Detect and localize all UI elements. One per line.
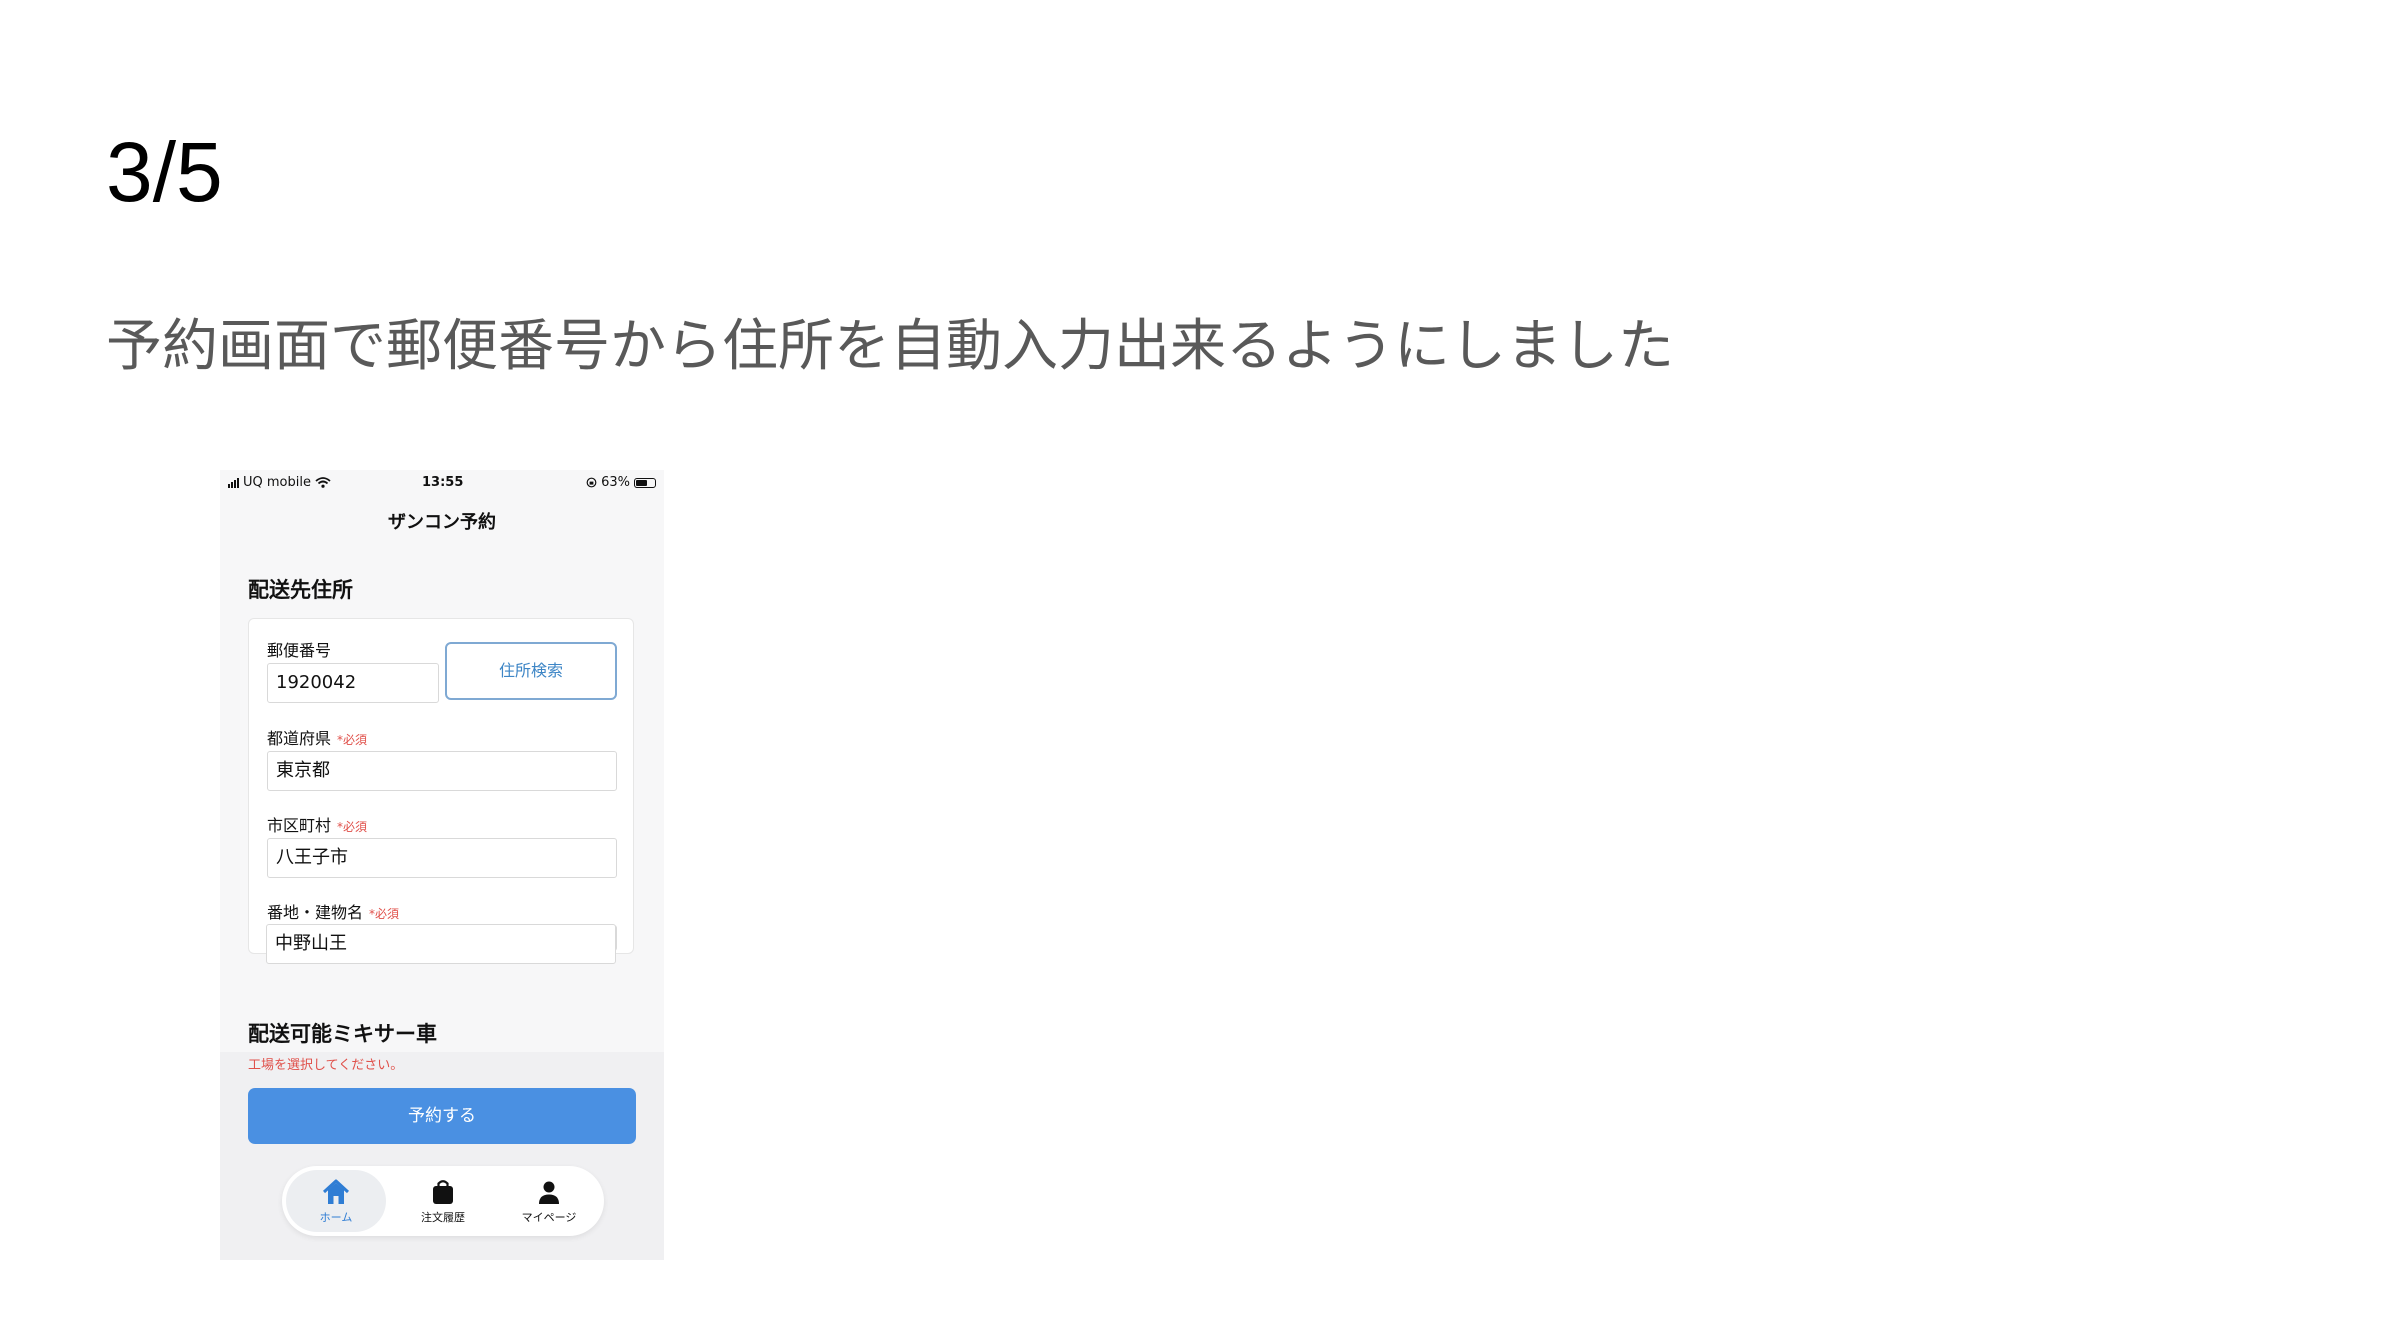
slide-counter: 3/5 [106,125,223,219]
status-bar: UQ mobile 13:55 63% [220,470,664,496]
tab-bar: ホーム 注文履歴 マイページ [282,1166,604,1236]
error-message: 工場を選択してください。 [248,1058,404,1073]
mixer-section-title: 配送可能ミキサー車 [248,1022,437,1046]
postal-code-input[interactable]: 1920042 [267,663,439,703]
required-marker: *必須 [337,820,368,834]
required-marker: *必須 [337,733,368,747]
city-label-text: 市区町村 [267,816,332,835]
tab-home[interactable]: ホーム [286,1170,386,1232]
required-marker: *必須 [369,907,400,921]
address-section-title: 配送先住所 [248,578,353,602]
orientation-lock-icon [586,477,597,488]
postal-code-label: 郵便番号 [267,641,332,660]
bag-icon [433,1180,453,1204]
address-card: 郵便番号 1920042 住所検索 都道府県 *必須 東京都 市区町村 *必須 八王… [248,618,634,954]
tab-home-label: ホーム [319,1211,353,1224]
carrier-name: UQ mobile [243,475,311,490]
battery-icon [634,477,656,488]
phone-screenshot: UQ mobile 13:55 63% ザンコン予約 配送先住所 郵便番号 19… [220,470,664,1260]
slide-caption: 予約画面で郵便番号から住所を自動入力出来るようにしました [106,314,1674,379]
home-icon [322,1179,350,1204]
tab-order-history[interactable]: 注文履歴 [393,1170,493,1232]
tab-my-page-label: マイページ [521,1211,577,1224]
city-input[interactable]: 八王子市 [267,838,617,878]
street-label: 番地・建物名 *必須 [267,899,399,923]
cellular-signal-icon [228,477,239,488]
nav-title: ザンコン予約 [388,512,496,533]
prefecture-label-text: 都道府県 [267,729,332,748]
prefecture-label: 都道府県 *必須 [267,725,367,749]
city-label: 市区町村 *必須 [267,812,367,836]
battery-percent: 63% [601,475,630,490]
person-icon [539,1181,559,1204]
prefecture-input[interactable]: 東京都 [267,751,617,791]
status-time: 13:55 [422,475,464,490]
wifi-icon [315,477,331,488]
tab-order-history-label: 注文履歴 [421,1211,465,1224]
street-label-text: 番地・建物名 [267,903,364,922]
tab-my-page[interactable]: マイページ [499,1170,599,1232]
reserve-button[interactable]: 予約する [248,1088,636,1144]
address-search-button[interactable]: 住所検索 [445,642,617,700]
street-input-value[interactable]: 中野山王 [266,924,616,964]
